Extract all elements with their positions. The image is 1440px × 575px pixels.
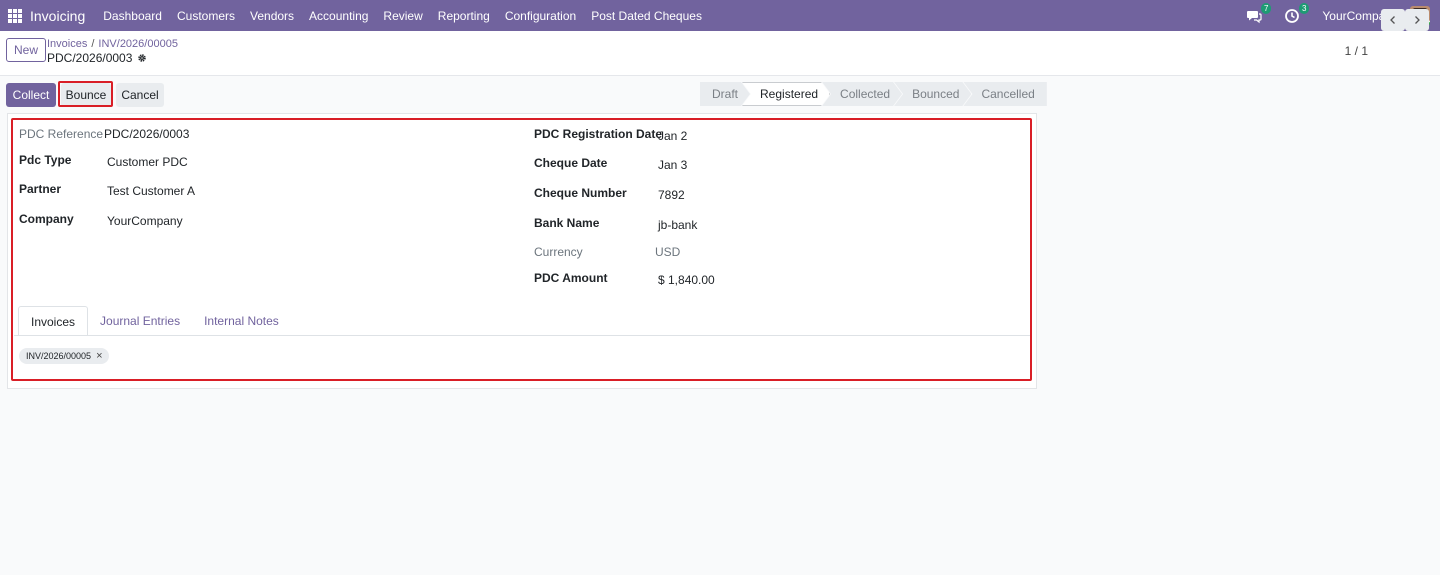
partner-value[interactable]: Test Customer A [107, 184, 195, 198]
app-name[interactable]: Invoicing [30, 8, 85, 24]
registration-date-label: PDC Registration Date [534, 127, 663, 141]
messages-badge: 7 [1260, 2, 1272, 14]
top-navbar: Invoicing Dashboard Customers Vendors Ac… [0, 0, 1440, 31]
pdc-type-value[interactable]: Customer PDC [107, 155, 188, 169]
apps-grid-icon[interactable] [8, 8, 22, 23]
bank-name-value[interactable]: jb-bank [658, 218, 697, 232]
pager-next-button[interactable] [1405, 9, 1429, 31]
chat-icon[interactable]: 7 [1246, 2, 1272, 24]
registration-date-value[interactable]: Jan 2 [658, 129, 687, 143]
cheque-number-label: Cheque Number [534, 186, 627, 200]
cheque-date-label: Cheque Date [534, 156, 608, 170]
chevron-left-icon [1390, 16, 1395, 24]
pdc-reference-label: PDC Reference [19, 127, 104, 141]
company-value[interactable]: YourCompany [107, 214, 183, 228]
breadcrumb-invoice[interactable]: INV/2026/00005 [98, 38, 178, 50]
company-label: Company [19, 212, 74, 226]
menu-item-vendors[interactable]: Vendors [250, 9, 294, 23]
tab-internal-notes[interactable]: Internal Notes [192, 306, 291, 336]
stage-cancelled[interactable]: Cancelled [963, 82, 1047, 106]
pdc-amount-value[interactable]: $ 1,840.00 [658, 273, 715, 287]
activities-badge: 3 [1298, 2, 1310, 14]
invoice-tag: INV/2026/00005 × [19, 348, 109, 364]
record-title: PDC/2026/0003 [47, 51, 147, 65]
pdc-type-label: Pdc Type [19, 153, 72, 167]
control-panel: New Invoices / INV/2026/00005 PDC/2026/000… [0, 31, 1440, 76]
menu-item-configuration[interactable]: Configuration [505, 9, 576, 23]
activity-clock-icon[interactable]: 3 [1284, 2, 1310, 24]
menu-item-review[interactable]: Review [383, 9, 422, 23]
bounce-button[interactable]: Bounce [61, 83, 111, 107]
cancel-button[interactable]: Cancel [116, 83, 164, 107]
pager-previous-button[interactable] [1381, 9, 1405, 31]
breadcrumb: Invoices / INV/2026/00005 [47, 38, 178, 50]
chevron-right-icon [1415, 16, 1420, 24]
stage-draft[interactable]: Draft [700, 82, 750, 106]
invoice-tag-label: INV/2026/00005 [26, 351, 92, 361]
pager-value[interactable]: 1 / 1 [1345, 44, 1368, 58]
menu-item-dashboard[interactable]: Dashboard [103, 9, 162, 23]
menu-item-customers[interactable]: Customers [177, 9, 235, 23]
collect-button[interactable]: Collect [6, 83, 56, 107]
pdc-reference-value[interactable]: PDC/2026/0003 [104, 127, 189, 141]
currency-value: USD [655, 245, 681, 259]
menu-item-reporting[interactable]: Reporting [438, 9, 490, 23]
menu-item-accounting[interactable]: Accounting [309, 9, 368, 23]
cheque-date-value[interactable]: Jan 3 [658, 158, 687, 172]
tab-journal-entries[interactable]: Journal Entries [88, 306, 192, 336]
tab-divider [14, 335, 1030, 336]
gear-icon[interactable] [137, 53, 147, 63]
new-button[interactable]: New [6, 38, 47, 62]
stage-registered[interactable]: Registered [742, 82, 830, 106]
record-name: PDC/2026/0003 [47, 51, 133, 65]
notebook-tabs: Invoices Journal Entries Internal Notes [18, 306, 291, 336]
close-icon[interactable]: × [96, 348, 102, 364]
cheque-number-value[interactable]: 7892 [658, 188, 685, 202]
partner-label: Partner [19, 182, 62, 196]
status-bar: Draft Registered Collected Bounced Cance… [700, 82, 1047, 106]
menu-item-post-dated-cheques[interactable]: Post Dated Cheques [591, 9, 702, 23]
main-menu: Dashboard Customers Vendors Accounting R… [103, 9, 717, 23]
currency-label: Currency [534, 245, 583, 259]
stage-bounced[interactable]: Bounced [894, 82, 971, 106]
pdc-amount-label: PDC Amount [534, 271, 608, 285]
stage-collected[interactable]: Collected [822, 82, 902, 106]
breadcrumb-invoices[interactable]: Invoices [47, 38, 87, 50]
tab-invoices[interactable]: Invoices [18, 306, 89, 336]
bank-name-label: Bank Name [534, 216, 600, 230]
